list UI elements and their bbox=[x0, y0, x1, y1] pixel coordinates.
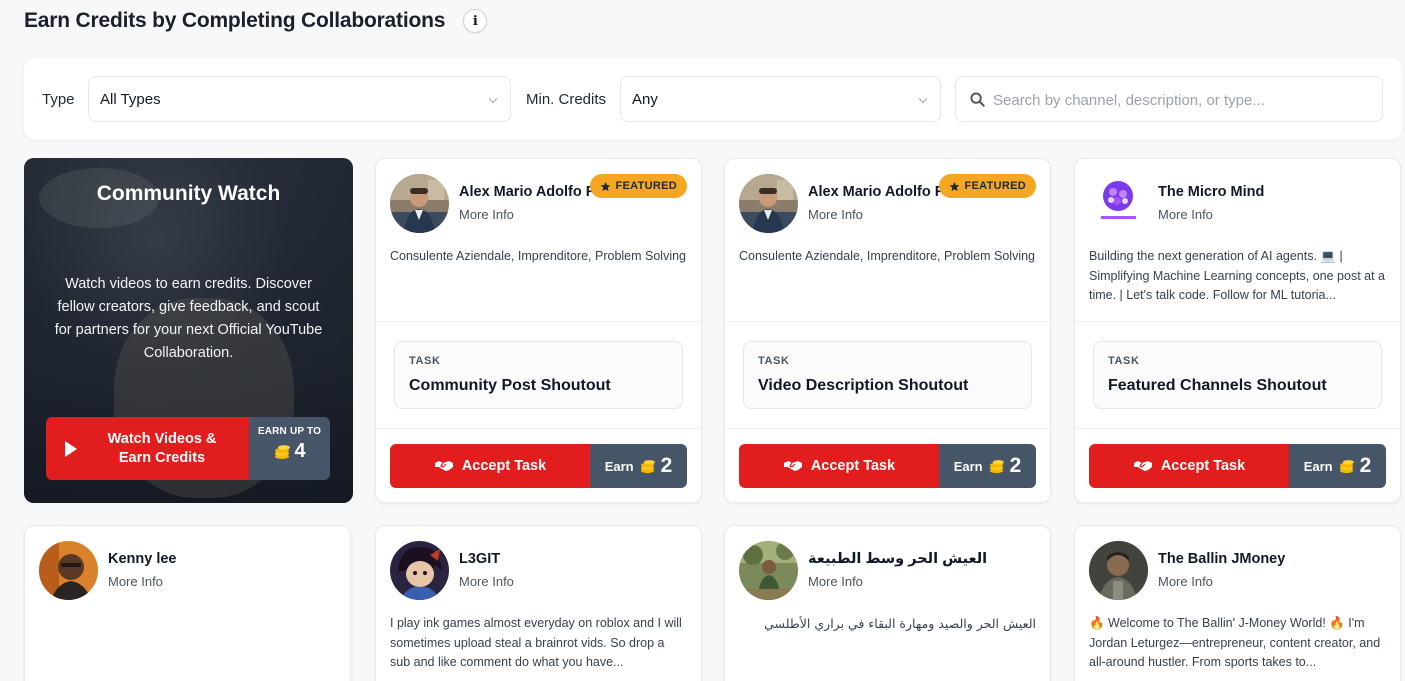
search-box bbox=[955, 76, 1383, 122]
coins-icon bbox=[640, 459, 655, 473]
channel-name[interactable]: The Ballin JMoney bbox=[1158, 551, 1285, 567]
search-input[interactable] bbox=[993, 87, 1373, 113]
featured-badge: FEATURED bbox=[589, 174, 687, 198]
earn-label: Earn bbox=[604, 458, 634, 474]
filter-bar: Type All Types Min. Credits Any bbox=[24, 58, 1402, 140]
more-info-link[interactable]: More Info bbox=[459, 207, 514, 222]
star-icon bbox=[949, 181, 959, 191]
accept-task-label: Accept Task bbox=[461, 458, 547, 474]
collab-card: The Micro Mind More Info Building the ne… bbox=[1074, 158, 1401, 503]
handshake-icon bbox=[783, 461, 802, 471]
earn-up-to-value: 4 bbox=[294, 440, 306, 462]
earn-value: 2 bbox=[1009, 454, 1022, 477]
min-credits-select[interactable]: Any bbox=[620, 76, 941, 122]
task-title: Video Description Shoutout bbox=[758, 377, 969, 394]
avatar[interactable] bbox=[390, 541, 449, 600]
search-icon bbox=[970, 92, 985, 107]
page-title: Earn Credits by Completing Collaboration… bbox=[24, 9, 488, 33]
task-box: TASK Video Description Shoutout bbox=[743, 341, 1032, 409]
channel-name[interactable]: Alex Mario Adolfo F bbox=[808, 184, 944, 200]
featured-badge: FEATURED bbox=[938, 174, 1036, 198]
more-info-link[interactable]: More Info bbox=[459, 574, 514, 589]
avatar[interactable] bbox=[739, 174, 798, 233]
info-icon[interactable]: i bbox=[463, 9, 488, 33]
channel-name[interactable]: Alex Mario Adolfo F bbox=[459, 184, 595, 200]
coins-icon bbox=[275, 444, 291, 459]
earn-badge: Earn 2 bbox=[939, 444, 1036, 488]
accept-task-button[interactable]: Accept Task bbox=[1089, 444, 1289, 488]
avatar[interactable] bbox=[39, 541, 98, 600]
task-box: TASK Community Post Shoutout bbox=[394, 341, 683, 409]
chevron-down-icon bbox=[488, 94, 498, 104]
more-info-link[interactable]: More Info bbox=[808, 574, 863, 589]
handshake-icon bbox=[434, 461, 453, 471]
task-label: TASK bbox=[409, 355, 441, 367]
accept-task-button[interactable]: Accept Task bbox=[390, 444, 590, 488]
earn-badge: Earn 2 bbox=[590, 444, 687, 488]
task-label: TASK bbox=[1108, 355, 1140, 367]
featured-label: FEATURED bbox=[615, 180, 677, 192]
channel-description: I play ink games almost everyday on robl… bbox=[390, 616, 682, 669]
earn-label: Earn bbox=[953, 458, 983, 474]
featured-label: FEATURED bbox=[964, 180, 1026, 192]
watch-videos-button[interactable]: Watch Videos & Earn Credits bbox=[46, 417, 249, 480]
avatar[interactable] bbox=[1089, 541, 1148, 600]
collab-card: العيش الحر وسط الطبيعة More Info العيش ا… bbox=[724, 525, 1051, 681]
channel-description: Consulente Aziendale, Imprenditore, Prob… bbox=[390, 249, 687, 263]
channel-description: Consulente Aziendale, Imprenditore, Prob… bbox=[739, 249, 1036, 263]
collab-card: Kenny lee More Info bbox=[24, 525, 351, 681]
type-select-value: All Types bbox=[100, 90, 161, 108]
earn-label: Earn bbox=[1303, 458, 1333, 474]
earn-up-to-label: EARN UP TO bbox=[257, 426, 322, 437]
avatar[interactable] bbox=[739, 541, 798, 600]
collab-card: The Ballin JMoney More Info 🔥 Welcome to… bbox=[1074, 525, 1401, 681]
page-title-text: Earn Credits by Completing Collaboration… bbox=[24, 9, 446, 32]
earn-up-to-badge: EARN UP TO 4 bbox=[249, 417, 330, 480]
coins-icon bbox=[1339, 459, 1354, 473]
coins-icon bbox=[989, 459, 1004, 473]
chevron-down-icon bbox=[918, 94, 928, 104]
handshake-icon bbox=[1133, 461, 1152, 471]
accept-task-label: Accept Task bbox=[810, 458, 896, 474]
accept-task-label: Accept Task bbox=[1160, 458, 1246, 474]
channel-name[interactable]: The Micro Mind bbox=[1158, 184, 1264, 200]
community-watch-card: Community Watch Watch videos to earn cre… bbox=[24, 158, 353, 503]
min-credits-select-value: Any bbox=[632, 90, 658, 108]
collab-card: L3GIT More Info I play ink games almost … bbox=[375, 525, 702, 681]
accept-task-button[interactable]: Accept Task bbox=[739, 444, 939, 488]
channel-description: Building the next generation of AI agent… bbox=[1089, 249, 1386, 302]
watch-videos-label: Watch Videos & Earn Credits bbox=[107, 430, 217, 466]
channel-name[interactable]: Kenny lee bbox=[108, 551, 177, 567]
collab-card: Alex Mario Adolfo F More Info FEATURED C… bbox=[375, 158, 702, 503]
earn-badge: Earn 2 bbox=[1289, 444, 1386, 488]
min-credits-label: Min. Credits bbox=[526, 91, 607, 108]
avatar[interactable] bbox=[390, 174, 449, 233]
earn-value: 2 bbox=[660, 454, 673, 477]
collab-card: Alex Mario Adolfo F More Info FEATURED C… bbox=[724, 158, 1051, 503]
channel-name[interactable]: العيش الحر وسط الطبيعة bbox=[808, 551, 987, 567]
more-info-link[interactable]: More Info bbox=[808, 207, 863, 222]
more-info-link[interactable]: More Info bbox=[1158, 207, 1213, 222]
channel-name[interactable]: L3GIT bbox=[459, 551, 500, 567]
more-info-link[interactable]: More Info bbox=[1158, 574, 1213, 589]
task-box: TASK Featured Channels Shoutout bbox=[1093, 341, 1382, 409]
channel-description: 🔥 Welcome to The Ballin' J-Money World! … bbox=[1089, 616, 1381, 669]
type-label: Type bbox=[42, 91, 75, 108]
task-label: TASK bbox=[758, 355, 790, 367]
type-select[interactable]: All Types bbox=[88, 76, 511, 122]
more-info-link[interactable]: More Info bbox=[108, 574, 163, 589]
channel-description: العيش الحر والصيد ومهارة البقاء في براري… bbox=[764, 616, 1036, 631]
avatar[interactable] bbox=[1089, 174, 1148, 233]
task-title: Community Post Shoutout bbox=[409, 377, 611, 394]
star-icon bbox=[600, 181, 610, 191]
play-icon bbox=[65, 440, 77, 457]
community-watch-title: Community Watch bbox=[96, 182, 281, 205]
earn-value: 2 bbox=[1359, 454, 1372, 477]
task-title: Featured Channels Shoutout bbox=[1108, 377, 1327, 394]
community-watch-description: Watch videos to earn credits. Discover f… bbox=[54, 276, 323, 361]
